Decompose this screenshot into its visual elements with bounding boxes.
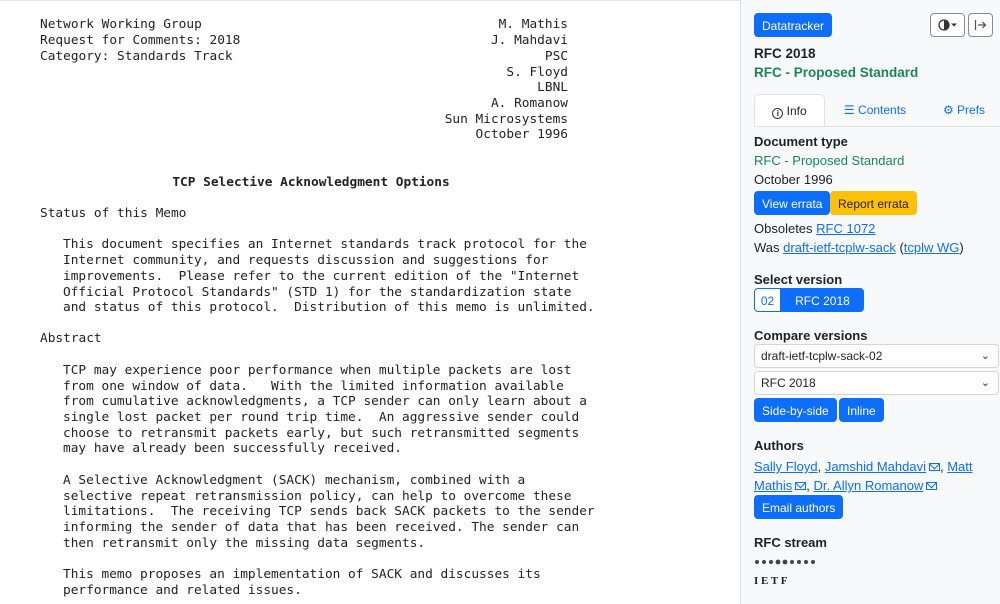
compare-versions-heading: Compare versions [754,328,868,343]
chevron-down-icon: ⌄ [980,377,990,389]
paragraph-line: and status of this protocol. Distributio… [63,300,595,315]
info-icon: i [772,108,784,119]
compare-from-select[interactable]: draft-ietf-tcplw-sack-02 ⌄ [754,344,999,368]
obsoletes-link[interactable]: RFC 1072 [816,221,875,236]
tab-info[interactable]: i Info [754,94,825,126]
list-icon: ☰ [843,103,855,117]
wg-link[interactable]: tcplw WG [904,240,960,255]
header-left-line: Category: Standards Track [40,49,233,64]
doc-type-heading: Document type [754,134,848,149]
wg-close-paren: ) [959,240,964,255]
author-separator: , [817,459,825,474]
tab-contents-label: Contents [858,103,907,117]
paragraph-line: Internet community, and requests discuss… [63,253,549,268]
contrast-icon [937,19,957,31]
paragraph-line: A Selective Acknowledgment (SACK) mechan… [63,473,526,488]
paragraph-line: limitations. The receiving TCP sends bac… [63,504,595,519]
header-right-line: PSC [544,49,568,64]
paragraph-line: This document specifies an Internet stan… [63,237,587,252]
paragraph-line: performance and related issues. [63,583,302,598]
authors-list: Sally Floyd, Jamshid Mahdavi, Matt Mathi… [754,457,999,495]
header-left-line: Request for Comments: 2018 [40,33,241,48]
header-left-line: Network Working Group [40,17,202,32]
sidebar-exit-icon [974,20,987,30]
header-right-line: M. Mathis [498,17,568,32]
header-right-line: LBNL [537,80,568,95]
version-rfc-button[interactable]: RFC 2018 [781,288,864,312]
paragraph-line: Official Protocol Standards" (STD 1) for… [63,285,572,300]
tab-prefs-label: Prefs [957,103,986,117]
doc-type-value: RFC - Proposed Standard [754,153,905,168]
header-right-line: A. Romanow [490,96,568,111]
section-heading: Abstract [40,331,102,346]
rfc-document: Network Working Group Request for Commen… [0,0,740,604]
paragraph-line: This memo proposes an implementation of … [63,567,541,582]
email-icon[interactable] [928,463,940,471]
datatracker-button[interactable]: Datatracker [754,13,833,37]
paragraph-line: selective repeat retransmission policy, … [63,489,572,504]
paragraph-line: choose to retransmit packets early, but … [63,426,580,441]
gear-icon: ⚙ [942,103,954,117]
paragraph-line: from cumulative acknowledgments, a TCP s… [63,394,587,409]
paragraph-line: single lost packet per round trip time. … [63,410,580,425]
author-link[interactable]: Jamshid Mahdavi [825,459,926,474]
header-right-line: Sun Microsystems [444,112,568,127]
info-sidebar: Datatracker RFC 2018 RFC - Proposed Stan… [740,0,1000,604]
paragraph-line: informing the sender of data that has be… [63,520,580,535]
compare-from-value: draft-ietf-tcplw-sack-02 [761,349,883,363]
section-heading: Status of this Memo [40,206,187,221]
obsoletes-line: Obsoletes RFC 1072 [754,221,875,236]
rfc-title: RFC 2018 [754,46,816,61]
rfc-stream-heading: RFC stream [754,535,827,550]
doc-date: October 1996 [754,172,833,187]
paragraph-line: improvements. Please refer to the curren… [63,269,580,284]
view-errata-button[interactable]: View errata [754,191,831,215]
ietf-logo-text: I E T F [754,575,788,587]
tab-contents[interactable]: ☰ Contents [835,94,915,126]
ietf-logo: I E T F [754,555,818,587]
paragraph-line: from one window of data. With the limite… [63,379,564,394]
select-version-heading: Select version [754,272,843,287]
paragraph-line: may have already been successfully recei… [63,441,402,456]
inline-button[interactable]: Inline [839,398,884,422]
paragraph-line: then retransmit only the missing data se… [63,536,426,551]
paragraph-line: TCP may experience poor performance when… [63,363,572,378]
authors-heading: Authors [754,438,804,453]
email-icon[interactable] [795,482,807,490]
tab-prefs[interactable]: ⚙ Prefs [931,94,997,126]
document-title: TCP Selective Acknowledgment Options [172,175,450,190]
author-separator: , [806,478,814,493]
tab-info-label: Info [786,104,807,118]
side-by-side-button[interactable]: Side-by-side [754,398,837,422]
collapse-sidebar-button[interactable] [968,13,993,37]
email-icon[interactable] [926,482,938,490]
wg-open-paren: ( [895,240,904,255]
theme-toggle-button[interactable] [930,13,965,37]
header-right-line: October 1996 [475,127,568,142]
was-line: Was draft-ietf-tcplw-sack (tcplw WG) [754,240,964,255]
tab-divider [754,126,1000,127]
ietf-logo-dots [755,559,815,565]
was-prefix: Was [754,240,784,255]
chevron-down-icon: ⌄ [980,350,990,362]
draft-link[interactable]: draft-ietf-tcplw-sack [783,240,896,255]
email-authors-button[interactable]: Email authors [754,495,844,519]
header-right-line: S. Floyd [506,65,568,80]
author-link[interactable]: Sally Floyd [754,459,818,474]
author-link[interactable]: Dr. Allyn Romanow [814,478,924,493]
compare-to-select[interactable]: RFC 2018 ⌄ [754,371,999,395]
header-right-line: J. Mahdavi [490,33,568,48]
version-02-button[interactable]: 02 [754,288,781,312]
compare-to-value: RFC 2018 [761,376,816,390]
rfc-status: RFC - Proposed Standard [754,65,919,80]
report-errata-button[interactable]: Report errata [830,191,917,215]
obsoletes-prefix: Obsoletes [754,221,817,236]
